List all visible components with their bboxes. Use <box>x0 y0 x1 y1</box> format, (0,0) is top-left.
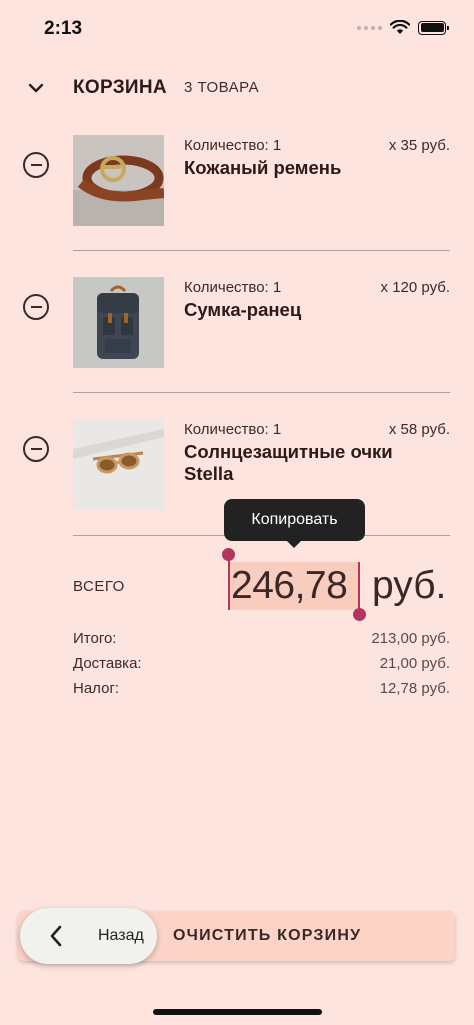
selection-end-handle[interactable] <box>353 608 366 621</box>
remove-item-button[interactable] <box>23 436 49 462</box>
item-quantity: Количество: 1 <box>184 279 282 296</box>
selection-end-bar <box>358 562 360 614</box>
copy-tooltip-button[interactable]: Копировать <box>224 499 365 548</box>
status-time: 2:13 <box>44 18 83 39</box>
back-label: Назад <box>98 927 144 944</box>
item-name: Кожаный ремень <box>184 157 342 178</box>
item-name: Сумка-ранец <box>184 299 302 320</box>
collapse-button[interactable] <box>22 74 50 102</box>
chevron-left-icon <box>42 922 70 950</box>
total-amount[interactable]: 246,78 <box>231 562 348 610</box>
item-price: x 35 руб. <box>388 137 450 154</box>
summary-row-shipping: Доставка: 21,00 руб. <box>73 655 450 675</box>
summary-label: Налог: <box>73 680 120 697</box>
backpack-image <box>73 277 164 368</box>
item-quantity: Количество: 1 <box>184 421 282 438</box>
battery-icon <box>418 20 449 35</box>
divider <box>73 250 450 251</box>
cart-header: КОРЗИНА 3 ТОВАРА <box>0 68 474 108</box>
summary-row-subtotal: Итого: 213,00 руб. <box>73 630 450 650</box>
summary-value: 12,78 руб. <box>379 680 450 697</box>
remove-item-button[interactable] <box>23 152 49 178</box>
item-price: x 120 руб. <box>380 279 450 296</box>
cart-title: КОРЗИНА <box>73 77 167 98</box>
sunglasses-image <box>73 419 164 510</box>
total-currency: руб. <box>372 564 447 607</box>
status-icons <box>357 20 449 35</box>
summary-row-tax: Налог: 12,78 руб. <box>73 680 450 700</box>
cart-item: Количество: 1 x 35 руб. Кожаный ремень <box>0 135 474 277</box>
clear-cart-label: ОЧИСТИТЬ КОРЗИНУ <box>173 927 362 944</box>
back-button[interactable]: Назад <box>20 908 157 964</box>
item-quantity: Количество: 1 <box>184 137 282 154</box>
cart-item-count: 3 ТОВАРА <box>184 79 260 96</box>
selection-start-bar <box>228 556 230 610</box>
item-price: x 58 руб. <box>388 421 450 438</box>
total-label: ВСЕГО <box>73 578 125 595</box>
remove-item-button[interactable] <box>23 294 49 320</box>
cart-item: Количество: 1 x 120 руб. Сумка-ранец <box>0 277 474 419</box>
belt-image <box>73 135 164 226</box>
summary-label: Доставка: <box>73 655 142 672</box>
item-name: Солнцезащитные очки Stella <box>184 441 393 484</box>
wifi-icon <box>390 20 410 34</box>
cellular-signal-icon <box>357 25 382 30</box>
home-indicator <box>153 1009 322 1015</box>
divider <box>73 392 450 393</box>
summary-label: Итого: <box>73 630 117 647</box>
summary-value: 21,00 руб. <box>379 655 450 672</box>
status-bar: 2:13 <box>0 0 474 60</box>
summary-value: 213,00 руб. <box>371 630 450 647</box>
chevron-down-icon <box>28 83 44 93</box>
